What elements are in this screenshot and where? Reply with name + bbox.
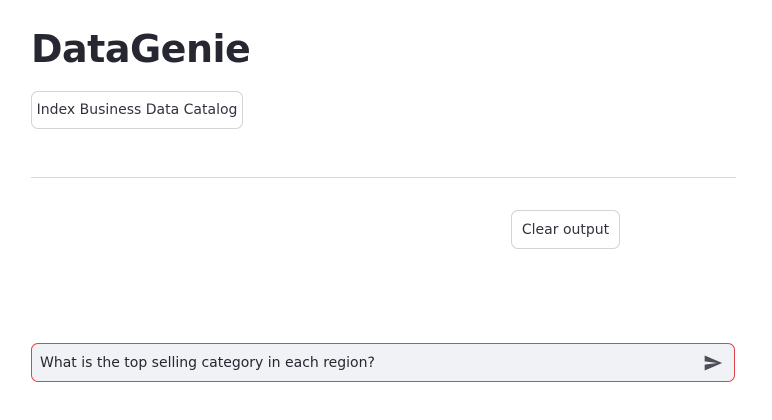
app-title: DataGenie	[31, 27, 251, 71]
clear-output-button[interactable]: Clear output	[511, 210, 620, 249]
chat-input[interactable]	[32, 344, 692, 381]
send-button[interactable]	[700, 350, 726, 376]
send-icon	[704, 355, 723, 371]
index-catalog-button[interactable]: Index Business Data Catalog	[31, 91, 243, 129]
divider	[31, 177, 736, 178]
chat-input-container	[31, 343, 735, 382]
